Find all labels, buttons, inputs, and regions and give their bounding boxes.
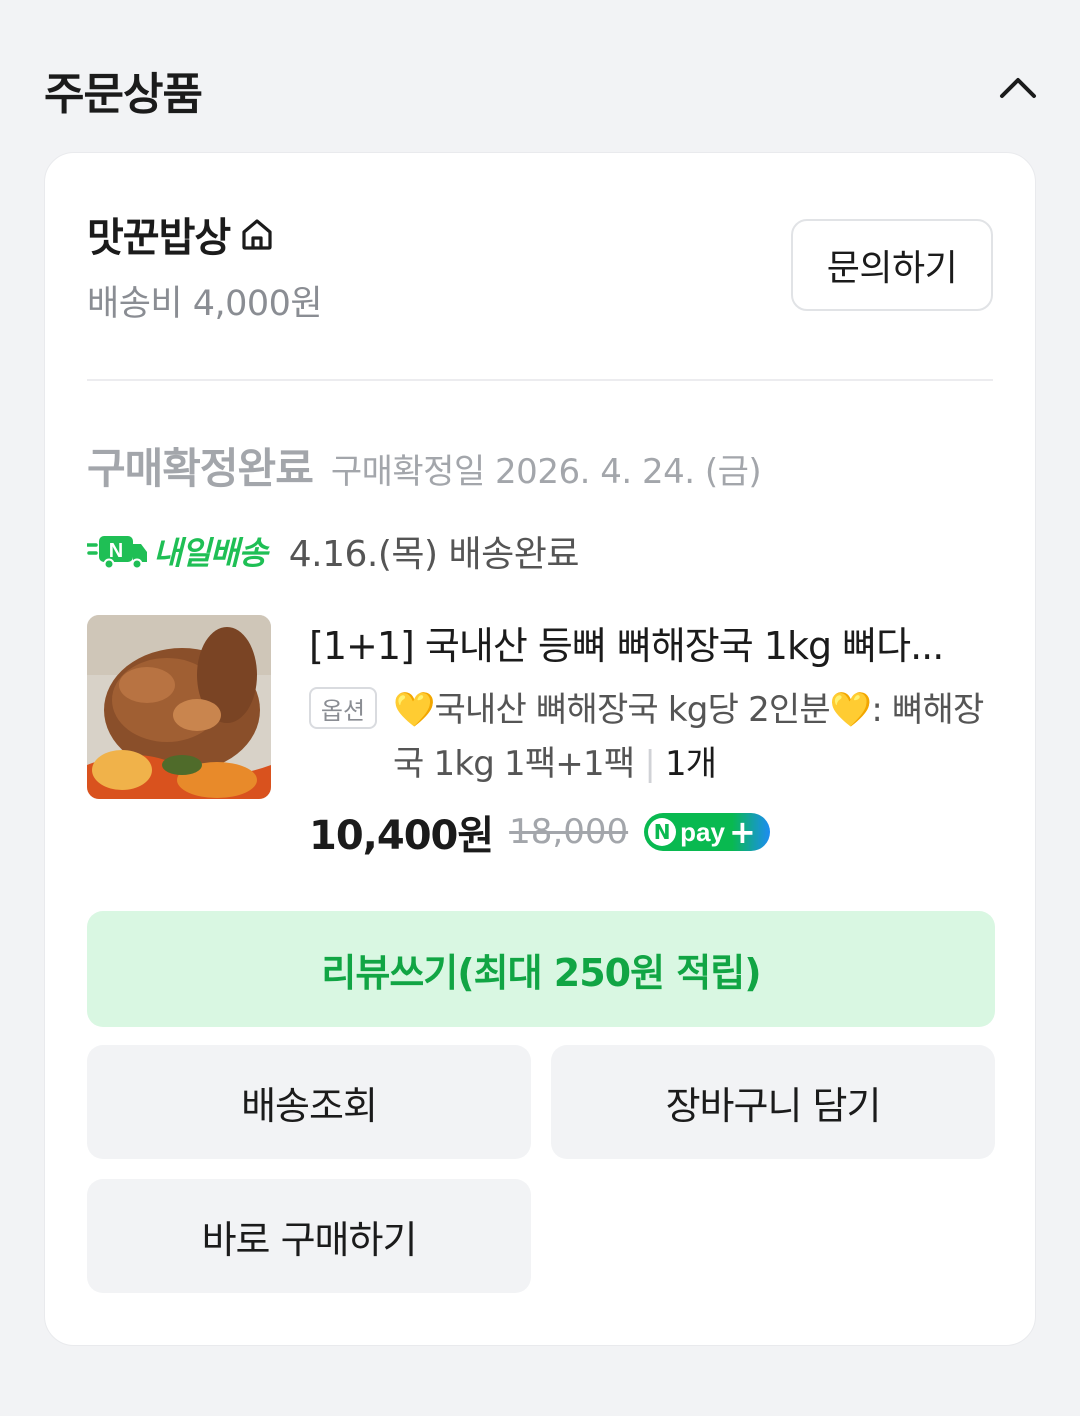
collapse-button[interactable] — [996, 66, 1040, 110]
purchase-confirm-date: 구매확정일 2026. 4. 24. (금) — [330, 452, 762, 492]
delivery-status: 4.16.(목) 배송완료 — [288, 534, 580, 575]
inquiry-button[interactable]: 문의하기 — [791, 219, 993, 311]
naver-n-icon: N — [648, 818, 677, 846]
divider — [87, 379, 993, 381]
quantity-separator: | — [644, 744, 655, 784]
section-title: 주문상품 — [44, 69, 203, 120]
svg-text:N: N — [109, 540, 123, 562]
product-title[interactable]: [1+1] 국내산 등뼈 뼈해장국 1kg 뼈다... — [309, 615, 999, 670]
write-review-button[interactable]: 리뷰쓰기(최대 250원 적립) — [87, 911, 995, 1027]
order-status-row: 구매확정완료 구매확정일 2026. 4. 24. (금) — [87, 435, 762, 496]
order-card: 맛꾼밥상 배송비 4,000원 문의하기 구매확정완료 구매확정일 2026. … — [44, 152, 1036, 1346]
home-icon[interactable] — [238, 215, 276, 253]
store-name[interactable]: 맛꾼밥상 — [87, 205, 231, 263]
npay-plus-badge: N pay + — [644, 813, 771, 851]
original-price: 18,000 — [509, 812, 629, 852]
product-thumbnail[interactable] — [87, 615, 271, 799]
delivery-badge-label: 내일배송 — [153, 534, 268, 572]
quantity: 1개 — [664, 744, 717, 784]
delivery-row: N 내일배송 4.16.(목) 배송완료 — [87, 525, 580, 577]
chevron-up-icon — [1000, 78, 1036, 98]
option-tag: 옵션 — [309, 687, 377, 729]
option-details: 💛국내산 뼈해장국 kg당 2인분💛: 뼈해장국 1kg 1팩+1팩 | 1개 — [393, 683, 993, 791]
order-status: 구매확정완료 — [87, 444, 314, 493]
order-items-header: 주문상품 — [44, 58, 1040, 128]
store-name-row[interactable]: 맛꾼밥상 — [87, 205, 276, 263]
price-row: 10,400원 18,000 N pay + — [309, 803, 771, 861]
sale-price: 10,400원 — [309, 813, 494, 859]
npay-label: pay — [680, 816, 725, 847]
shipping-fee: 배송비 4,000원 — [87, 284, 323, 324]
add-to-cart-button[interactable]: 장바구니 담기 — [551, 1045, 995, 1159]
tomorrow-delivery-badge: N 내일배송 — [87, 528, 268, 574]
delivery-truck-icon: N — [87, 536, 147, 569]
buy-now-button[interactable]: 바로 구매하기 — [87, 1179, 531, 1293]
plus-icon: + — [728, 813, 756, 851]
track-delivery-button[interactable]: 배송조회 — [87, 1045, 531, 1159]
